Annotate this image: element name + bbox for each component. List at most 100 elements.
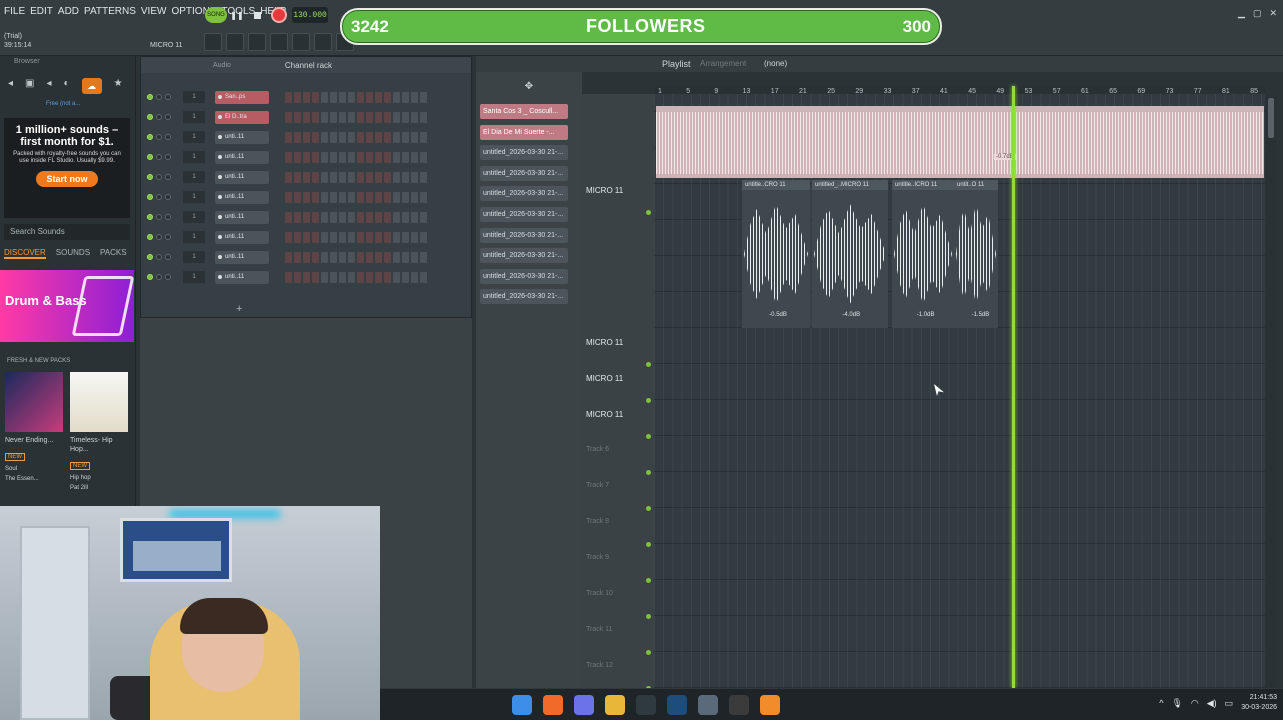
- step-button[interactable]: [384, 111, 391, 123]
- step-button[interactable]: [294, 231, 301, 243]
- step-button[interactable]: [357, 211, 364, 223]
- pan-knob-icon[interactable]: [156, 134, 162, 140]
- step-button[interactable]: [294, 91, 301, 103]
- step-button[interactable]: [339, 251, 346, 263]
- volume-knob-icon[interactable]: [165, 194, 171, 200]
- step-button[interactable]: [312, 111, 319, 123]
- step-button[interactable]: [384, 171, 391, 183]
- search-sounds-input[interactable]: Search Sounds: [4, 224, 130, 240]
- volume-knob-icon[interactable]: [165, 274, 171, 280]
- step-button[interactable]: [330, 231, 337, 243]
- menu-edit[interactable]: EDIT: [30, 6, 53, 17]
- track-active-icon[interactable]: [646, 506, 651, 511]
- step-button[interactable]: [384, 131, 391, 143]
- channel-controls[interactable]: [147, 154, 175, 160]
- mute-toggle-icon[interactable]: [147, 174, 153, 180]
- step-button[interactable]: [321, 191, 328, 203]
- step-button[interactable]: [402, 171, 409, 183]
- step-button[interactable]: [321, 231, 328, 243]
- step-button[interactable]: [393, 91, 400, 103]
- step-button[interactable]: [348, 231, 355, 243]
- menu-add[interactable]: ADD: [58, 6, 79, 17]
- channel-name-button[interactable]: unti..11: [215, 250, 269, 264]
- track-active-icon[interactable]: [646, 578, 651, 583]
- step-button[interactable]: [357, 91, 364, 103]
- step-button[interactable]: [339, 191, 346, 203]
- volume-knob-icon[interactable]: [165, 134, 171, 140]
- pack-card[interactable]: Timeless- Hip Hop... NEW Hip hop Pat 2il…: [70, 372, 128, 492]
- step-button[interactable]: [357, 171, 364, 183]
- step-button[interactable]: [411, 191, 418, 203]
- settings-icon[interactable]: ◐: [64, 78, 70, 89]
- step-button[interactable]: [339, 271, 346, 283]
- step-button[interactable]: [312, 131, 319, 143]
- channel-route[interactable]: 1: [183, 151, 205, 163]
- track-name[interactable]: MICRO 11: [582, 338, 654, 347]
- menu-view[interactable]: VIEW: [141, 6, 167, 17]
- start-now-button[interactable]: Start now: [36, 171, 98, 187]
- step-button[interactable]: [294, 271, 301, 283]
- step-button[interactable]: [375, 131, 382, 143]
- step-button[interactable]: [285, 231, 292, 243]
- track-active-icon[interactable]: [646, 470, 651, 475]
- scroll-thumb[interactable]: [1268, 98, 1274, 138]
- fl-studio-icon[interactable]: [760, 695, 780, 715]
- step-button[interactable]: [375, 231, 382, 243]
- pattern-item[interactable]: untitled_2026-03-30 21-...: [480, 227, 568, 243]
- channel-controls[interactable]: [147, 214, 175, 220]
- step-button[interactable]: [420, 171, 427, 183]
- channel-row[interactable]: 1 unti..11: [147, 149, 427, 165]
- step-button[interactable]: [420, 151, 427, 163]
- pattern-item[interactable]: untitled_2026-03-30 21-...: [480, 165, 568, 181]
- track-name[interactable]: MICRO 11: [582, 186, 654, 195]
- channel-row[interactable]: 1 unti..11: [147, 269, 427, 285]
- step-button[interactable]: [393, 151, 400, 163]
- volume-knob-icon[interactable]: [165, 214, 171, 220]
- step-button[interactable]: [357, 151, 364, 163]
- step-button[interactable]: [384, 271, 391, 283]
- channel-route[interactable]: 1: [183, 231, 205, 243]
- step-button[interactable]: [411, 151, 418, 163]
- mute-toggle-icon[interactable]: [147, 94, 153, 100]
- step-button[interactable]: [375, 251, 382, 263]
- step-button[interactable]: [357, 271, 364, 283]
- channel-route[interactable]: 1: [183, 251, 205, 263]
- pattern-item[interactable]: untitled_2026-03-30 21-...: [480, 248, 568, 264]
- step-button[interactable]: [384, 91, 391, 103]
- pattern-item[interactable]: untitled_2026-03-30 21-...: [480, 207, 568, 222]
- folder-icon[interactable]: [605, 695, 625, 715]
- volume-knob-icon[interactable]: [165, 234, 171, 240]
- channel-name-button[interactable]: unti..11: [215, 190, 269, 204]
- step-button[interactable]: [357, 231, 364, 243]
- step-button[interactable]: [339, 91, 346, 103]
- step-button[interactable]: [366, 211, 373, 223]
- channel-route[interactable]: 1: [183, 91, 205, 103]
- step-button[interactable]: [375, 91, 382, 103]
- pack-card[interactable]: Never Ending... NEW Soul The Essen...: [5, 372, 63, 483]
- channel-name-button[interactable]: unti..11: [215, 230, 269, 244]
- step-button[interactable]: [366, 111, 373, 123]
- step-button[interactable]: [420, 131, 427, 143]
- step-button[interactable]: [366, 191, 373, 203]
- channel-name-button[interactable]: unti..11: [215, 210, 269, 224]
- gear-icon[interactable]: [698, 695, 718, 715]
- step-button[interactable]: [312, 231, 319, 243]
- step-button[interactable]: [303, 211, 310, 223]
- step-button[interactable]: [294, 131, 301, 143]
- channel-row[interactable]: 1 unti..11: [147, 249, 427, 265]
- volume-knob-icon[interactable]: [165, 154, 171, 160]
- step-button[interactable]: [303, 271, 310, 283]
- step-button[interactable]: [348, 251, 355, 263]
- step-button[interactable]: [303, 151, 310, 163]
- step-button[interactable]: [348, 271, 355, 283]
- step-button[interactable]: [411, 231, 418, 243]
- step-button[interactable]: [384, 251, 391, 263]
- step-button[interactable]: [393, 251, 400, 263]
- step-button[interactable]: [294, 191, 301, 203]
- track-name[interactable]: Track 12: [582, 662, 654, 669]
- step-button[interactable]: [312, 91, 319, 103]
- mute-toggle-icon[interactable]: [147, 114, 153, 120]
- browser-view-icon[interactable]: [248, 33, 266, 51]
- track-active-icon[interactable]: [646, 614, 651, 619]
- pause-icon[interactable]: ❚❚: [230, 7, 244, 23]
